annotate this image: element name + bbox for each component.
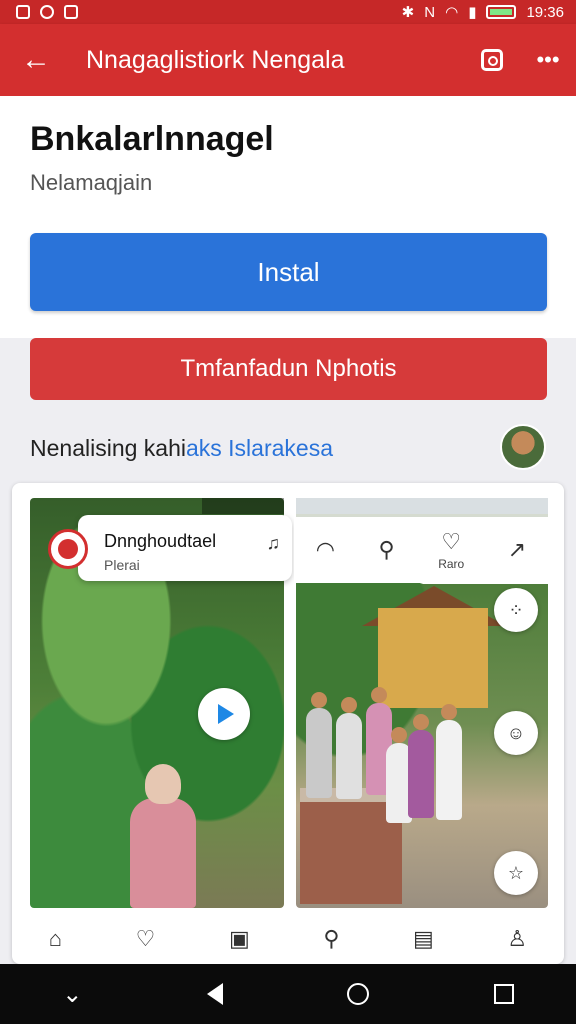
wifi-button[interactable]: ◠ (316, 537, 335, 563)
back-button[interactable]: ← (0, 24, 72, 96)
install-button[interactable]: Instal (30, 233, 547, 311)
status-bar: ✱ N ◠ ▮ 19:36 (0, 0, 576, 24)
battery-icon (486, 5, 517, 19)
system-nav-bar: ⌄ (0, 964, 576, 1024)
toast-avatar (48, 529, 88, 569)
house-wall (378, 608, 488, 708)
avatar[interactable] (500, 424, 546, 470)
mute-icon: N (424, 3, 436, 21)
back-nav-icon[interactable] (206, 983, 223, 1005)
play-button[interactable] (198, 688, 250, 740)
person-figure (306, 692, 332, 798)
signal-icon: ▮ (468, 4, 477, 21)
search-icon (481, 49, 503, 71)
heart-pin-icon: ♡ (441, 529, 462, 554)
content-section: Tmfanfadun Nphotis Nenalising kahiaks Is… (0, 338, 576, 964)
bell-icon[interactable]: ♫ (267, 533, 281, 554)
section-label: Nenalising kahiaks Islarakesa (30, 435, 333, 462)
screenshot-card: Dnnghoudtael Plerai ♫ ◠ ⚲ ♡ Raro ↗ ⁘ ☺ ☆… (12, 483, 564, 964)
heart-icon[interactable]: ♡ (136, 926, 156, 952)
app-bar: ← Nnagaglistiork Nengala ••• (0, 24, 576, 96)
more-vert-icon: ••• (536, 47, 560, 72)
share-button[interactable]: ↗ (508, 537, 526, 563)
secondary-action-button[interactable]: Tmfanfadun Nphotis (30, 338, 547, 400)
search-user-icon: ⚲ (378, 537, 395, 562)
wifi-icon: ◠ (315, 537, 335, 562)
person-figure (408, 714, 434, 818)
woman-figure (130, 764, 196, 908)
developer-name: Nelamaqjain (30, 170, 153, 195)
home-icon[interactable]: ⌂ (49, 926, 62, 952)
nodes-icon: ⁘ (508, 599, 524, 620)
bookmark-icon[interactable]: ▣ (229, 926, 250, 952)
toast-subtitle: Plerai (104, 557, 140, 573)
home-nav-icon[interactable] (347, 983, 370, 1005)
emoji-icon: ☺ (506, 722, 526, 743)
wifi-icon: ◠ (445, 4, 459, 21)
emoji-button[interactable]: ☺ (494, 711, 538, 755)
app-header: Bnkalarlnnagel Nelamaqjain Instal (0, 96, 576, 338)
section-label-text: Nenalising kahi (30, 435, 186, 461)
search-user-button[interactable]: ⚲ (379, 537, 395, 563)
profile-icon[interactable]: ♙ (507, 926, 527, 952)
search-icon[interactable]: ⚲ (323, 926, 339, 952)
chrome-icon (40, 5, 54, 19)
mini-toolbar: ◠ ⚲ ♡ Raro ↗ (294, 517, 548, 583)
app-name: Bnkalarlnnagel (30, 120, 274, 158)
share-icon: ↗ (507, 537, 527, 562)
heart-pin-button[interactable]: ♡ Raro (438, 529, 464, 571)
bluetooth-icon: ✱ (401, 4, 415, 21)
nodes-button[interactable]: ⁘ (494, 588, 538, 632)
notification-toast[interactable]: Dnnghoudtael Plerai ♫ (78, 515, 292, 581)
recents-nav-icon[interactable] (493, 984, 514, 1004)
message-icon (64, 5, 78, 19)
chevron-down-icon[interactable]: ⌄ (62, 980, 82, 1009)
card-bottom-nav: ⌂ ♡ ▣ ⚲ ▤ ♙ (12, 913, 564, 964)
pin-icon (58, 539, 78, 559)
more-button[interactable]: ••• (520, 24, 576, 96)
photo-status-strip (296, 498, 548, 514)
toast-title: Dnnghoudtael (104, 531, 217, 551)
notification-icon (16, 5, 30, 19)
star-icon: ☆ (507, 862, 525, 883)
star-button[interactable]: ☆ (494, 851, 538, 895)
person-figure (336, 697, 362, 799)
image-icon[interactable]: ▤ (413, 926, 434, 952)
search-button[interactable] (464, 24, 520, 96)
photo-status-strip (202, 498, 284, 514)
app-bar-title: Nnagaglistiork Nengala (86, 45, 345, 74)
person-figure (436, 704, 462, 820)
status-time: 19:36 (526, 3, 564, 21)
mini-toolbar-caption: Raro (438, 557, 465, 571)
section-link[interactable]: aks Islarakesa (186, 435, 333, 461)
arrow-left-icon: ← (21, 43, 51, 76)
